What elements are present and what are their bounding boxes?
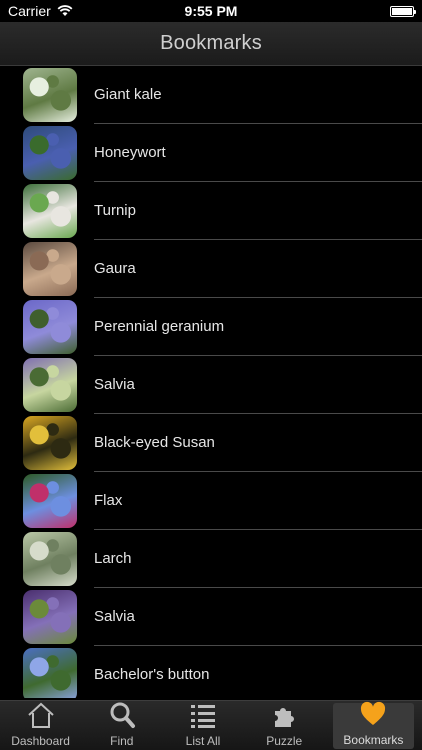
- list-item[interactable]: Honeywort: [0, 124, 422, 182]
- list-item-label: Honeywort: [94, 124, 422, 182]
- plant-thumbnail: [23, 474, 77, 528]
- tab-puzzle[interactable]: Puzzle: [244, 701, 325, 750]
- battery-icon: [390, 5, 416, 17]
- list-item-label: Turnip: [94, 182, 422, 240]
- list-item-label: Flax: [94, 472, 422, 530]
- plant-thumbnail: [23, 242, 77, 296]
- list-item-label: Perennial geranium: [94, 298, 422, 356]
- plant-thumbnail: [23, 532, 77, 586]
- list-item-label: Giant kale: [94, 66, 422, 124]
- list-item[interactable]: Giant kale: [0, 66, 422, 124]
- tab-list-all[interactable]: List All: [162, 701, 243, 750]
- list-item-label: Black-eyed Susan: [94, 414, 422, 472]
- plant-thumbnail: [23, 416, 77, 470]
- list-item[interactable]: Black-eyed Susan: [0, 414, 422, 472]
- list-item[interactable]: Turnip: [0, 182, 422, 240]
- tab-label: Puzzle: [266, 734, 303, 748]
- list-item[interactable]: Salvia: [0, 588, 422, 646]
- navigation-bar: Bookmarks: [0, 22, 422, 66]
- status-time: 9:55 PM: [184, 3, 238, 19]
- list-item-label: Salvia: [94, 356, 422, 414]
- tab-bar: Dashboard Find List All Puzzle Bookmarks: [0, 700, 422, 750]
- puzzle-icon: [269, 701, 299, 734]
- list-item[interactable]: Bachelor's button: [0, 646, 422, 698]
- status-bar: Carrier 9:55 PM: [0, 0, 422, 22]
- plant-thumbnail: [23, 358, 77, 412]
- plant-thumbnail: [23, 648, 77, 698]
- list-icon: [188, 701, 218, 734]
- tab-label: List All: [185, 734, 221, 748]
- list-item[interactable]: Salvia: [0, 356, 422, 414]
- tab-find[interactable]: Find: [81, 701, 162, 750]
- plant-thumbnail: [23, 126, 77, 180]
- list-item-label: Bachelor's button: [94, 646, 422, 698]
- list-item[interactable]: Gaura: [0, 240, 422, 298]
- plant-thumbnail: [23, 300, 77, 354]
- tab-bookmarks[interactable]: Bookmarks: [332, 700, 415, 749]
- list-item-label: Larch: [94, 530, 422, 588]
- magnifier-icon: [107, 701, 137, 734]
- heart-icon: [358, 700, 388, 733]
- plant-thumbnail: [23, 68, 77, 122]
- list-item[interactable]: Perennial geranium: [0, 298, 422, 356]
- list-item[interactable]: Flax: [0, 472, 422, 530]
- list-item-label: Gaura: [94, 240, 422, 298]
- tab-label: Dashboard: [11, 734, 70, 748]
- tab-label: Bookmarks: [343, 733, 404, 747]
- tab-label: Find: [110, 734, 134, 748]
- bookmark-list[interactable]: Giant kale Honeywort Turnip Gaura Perennial …: [0, 66, 422, 698]
- list-item[interactable]: Larch: [0, 530, 422, 588]
- house-icon: [26, 701, 56, 734]
- plant-thumbnail: [23, 184, 77, 238]
- tab-dashboard[interactable]: Dashboard: [0, 701, 81, 750]
- page-title: Bookmarks: [160, 32, 262, 54]
- list-item-label: Salvia: [94, 588, 422, 646]
- plant-thumbnail: [23, 590, 77, 644]
